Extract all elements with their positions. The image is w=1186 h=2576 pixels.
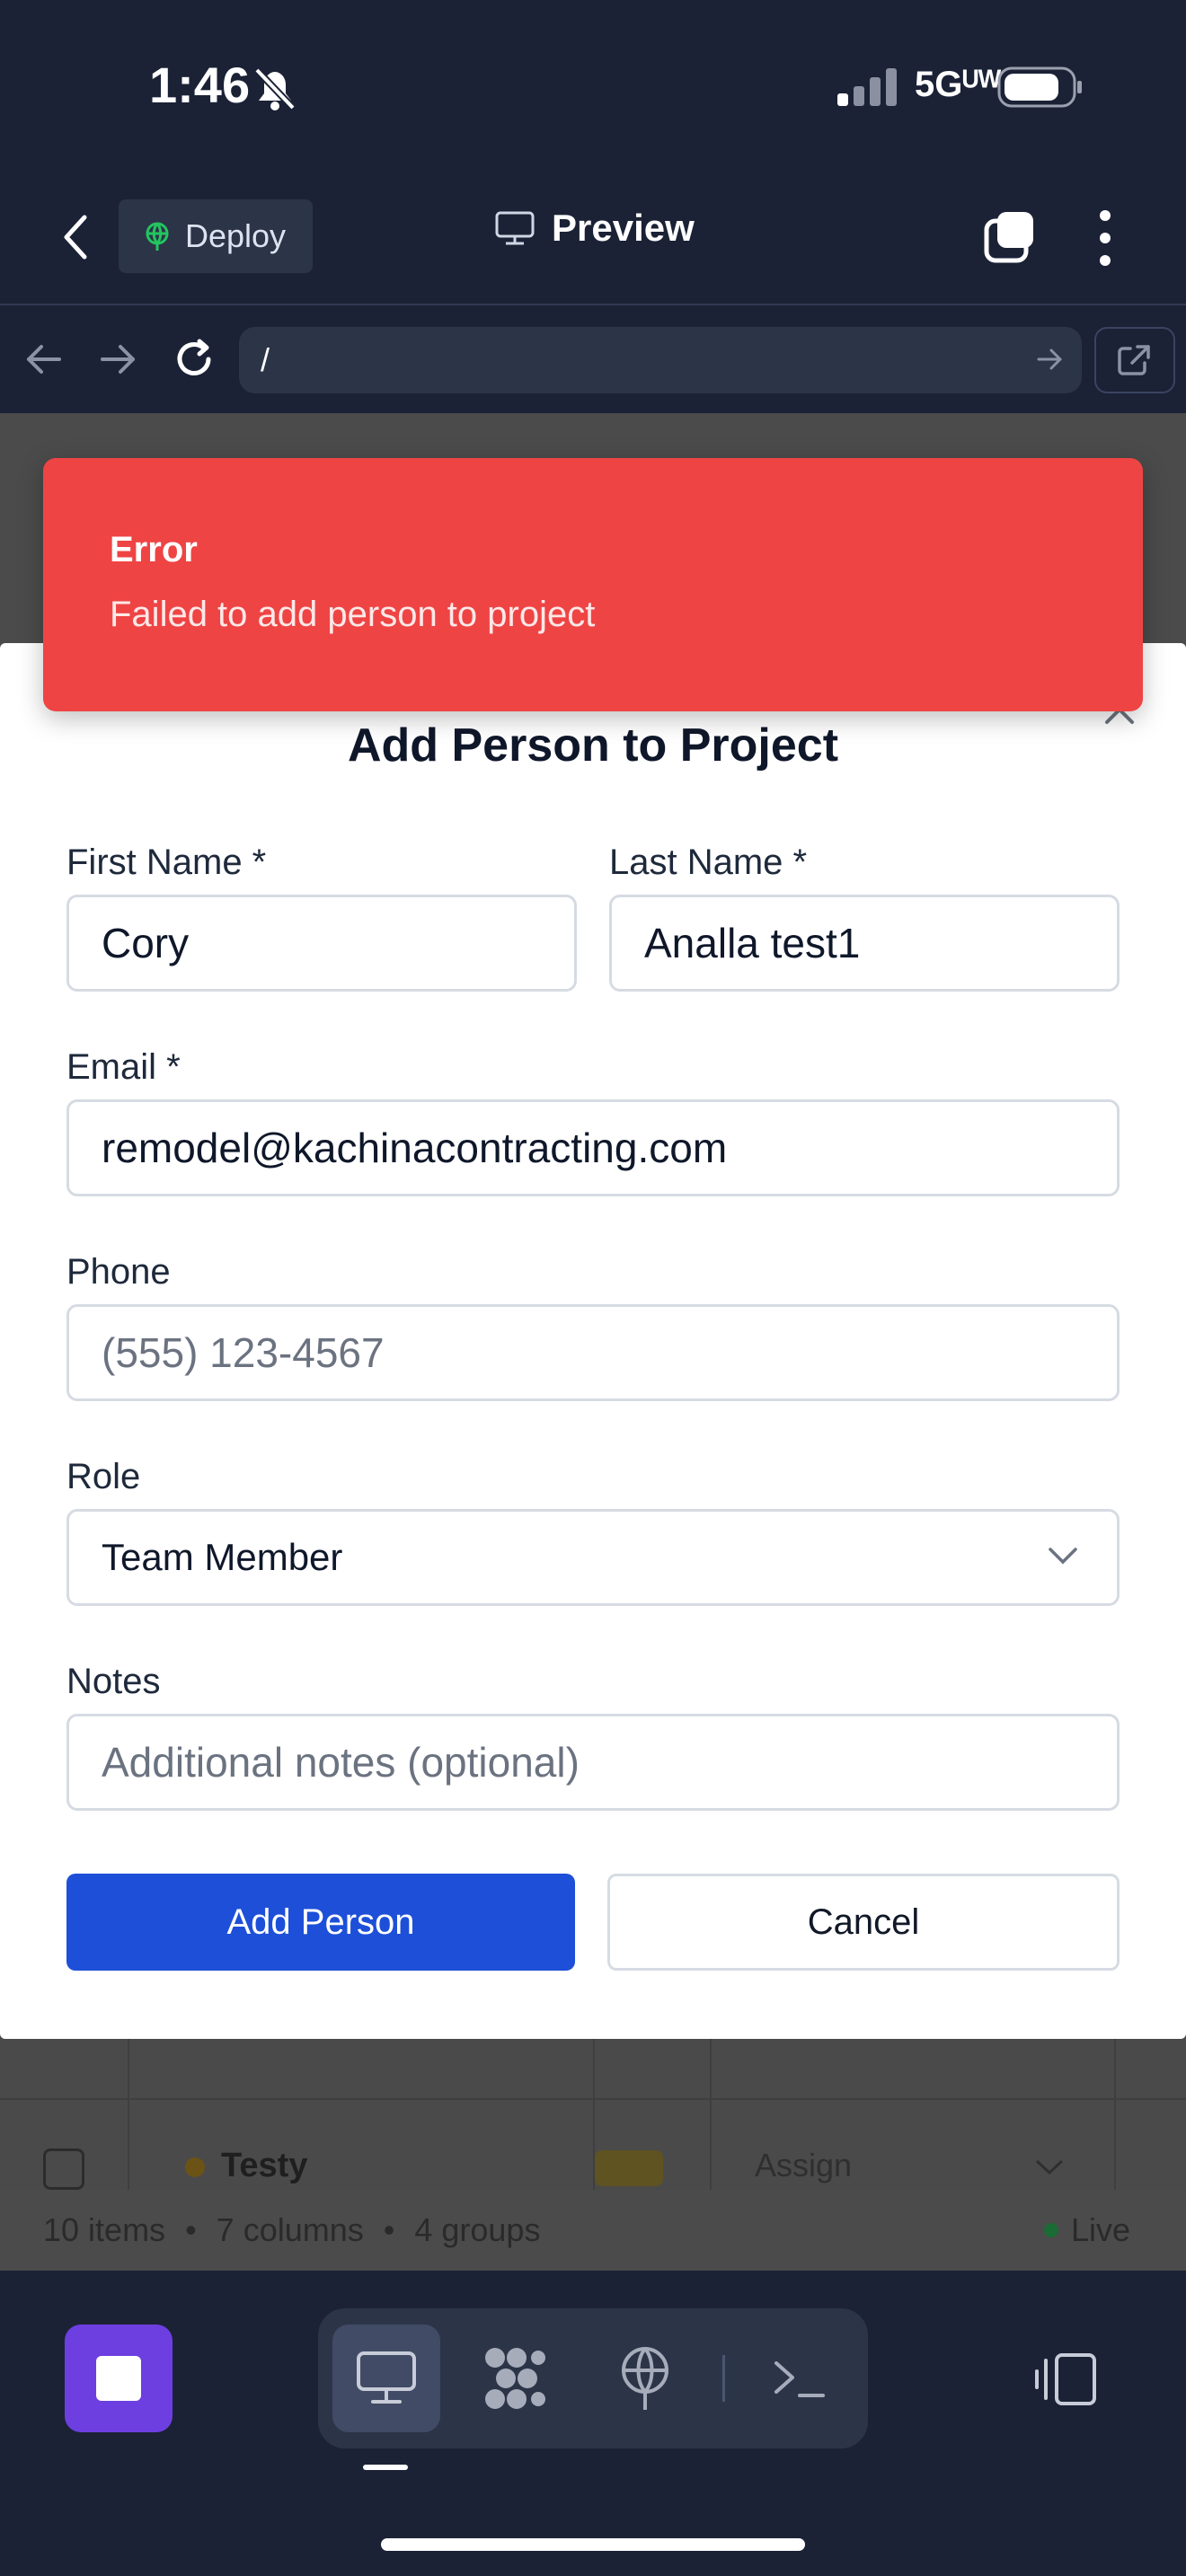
chevron-down-icon [1049,1548,1077,1565]
preview-title: Preview [494,207,695,250]
deploy-tab[interactable] [591,2325,699,2432]
first-name-field[interactable]: Cory [66,895,577,992]
url-text: / [261,341,270,378]
role-label: Role [66,1457,141,1496]
phone-field[interactable]: (555) 123-4567 [66,1304,1120,1401]
open-external-button[interactable] [1094,327,1175,393]
grid-divider [128,2039,129,2190]
email-field[interactable]: remodel@kachinacontracting.com [66,1099,1120,1196]
console-tab[interactable] [746,2325,854,2432]
more-vertical-icon[interactable] [1087,207,1123,269]
bell-slash-icon [254,67,296,110]
network-type: 5Gᵁᵂ [915,65,1002,104]
monitor-icon [357,2351,416,2404]
signal-icon [837,68,897,106]
add-person-button[interactable]: Add Person [66,1874,575,1971]
nav-forward-icon[interactable] [95,334,140,384]
notes-label: Notes [66,1662,161,1701]
email-label: Email * [66,1047,181,1087]
deploy-icon [146,222,169,251]
panel-toggle-icon[interactable] [1033,2350,1100,2409]
live-dot [1044,2223,1058,2237]
nodes-icon [485,2348,545,2409]
go-arrow-icon[interactable] [1035,343,1064,375]
globe-upload-icon [622,2347,668,2410]
toast-title: Error [110,530,198,569]
status-dot [185,2157,205,2177]
columns-count: 7 columns [216,2211,364,2248]
dialog-title: Add Person to Project [347,719,839,772]
stop-square-icon [96,2356,141,2401]
role-select[interactable]: Team Member [66,1509,1120,1606]
grid-divider [710,2039,712,2190]
row-name: Testy [221,2147,308,2184]
role-value: Team Member [102,1536,343,1578]
separator: • [383,2211,395,2248]
segment-divider [722,2355,725,2402]
nav-back-icon[interactable] [22,334,66,384]
items-count: 10 items [43,2211,166,2248]
last-name-label: Last Name * [609,842,808,882]
preview-label: Preview [552,207,695,249]
assign-select: Assign [755,2147,853,2183]
url-input[interactable]: / [239,327,1082,393]
separator: • [185,2211,197,2248]
cancel-button[interactable]: Cancel [607,1874,1120,1971]
status-time: 1:46 [149,57,251,113]
row-badge [595,2150,663,2186]
live-indicator: Live [1044,2211,1130,2249]
reload-icon[interactable] [173,334,217,384]
first-name-label: First Name * [66,842,267,882]
toast-message: Failed to add person to project [110,595,596,634]
workflow-tab[interactable] [462,2325,570,2432]
last-name-field[interactable]: Analla test1 [609,895,1120,992]
battery-icon [997,66,1082,108]
app-launcher-button[interactable] [65,2325,173,2432]
home-indicator [381,2538,805,2551]
phone-label: Phone [66,1252,171,1292]
external-link-icon [1118,345,1150,375]
back-chevron-icon[interactable] [54,210,99,264]
chevron-down-icon [1035,2159,1064,2175]
table-footer-meta: 10 items • 7 columns • 4 groups [43,2211,540,2249]
row-checkbox [43,2148,84,2190]
notes-field[interactable]: Additional notes (optional) [66,1714,1120,1811]
deploy-button[interactable]: Deploy [119,199,313,273]
groups-count: 4 groups [414,2211,541,2248]
tabs-icon[interactable] [983,210,1037,264]
terminal-icon [774,2361,825,2397]
grid-divider [1114,2039,1116,2190]
monitor-icon [495,211,535,245]
preview-tab[interactable] [332,2325,440,2432]
live-label: Live [1071,2211,1131,2248]
active-tab-indicator [363,2465,408,2470]
deploy-label: Deploy [185,217,287,254]
error-toast[interactable] [43,458,1143,711]
